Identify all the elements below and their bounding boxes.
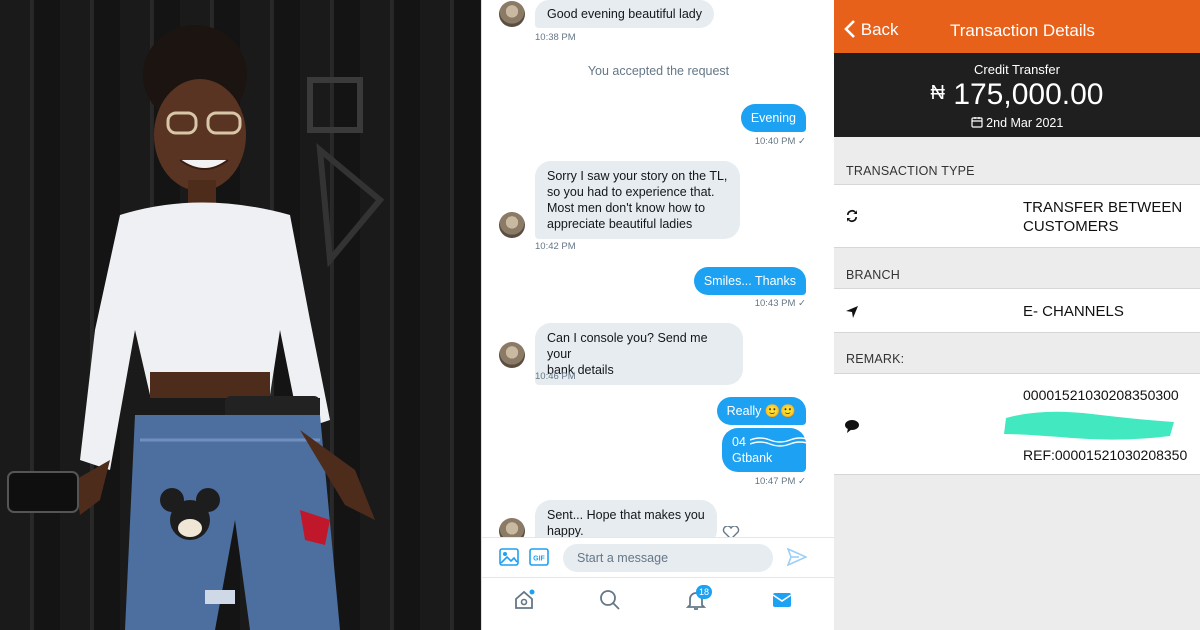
transaction-details-screen: Back Transaction Details Credit Transfer… (834, 0, 1200, 630)
scribble-redaction (750, 437, 810, 447)
amount-value: 175,000.00 (953, 78, 1104, 111)
refresh-icon (847, 210, 857, 222)
redaction-mark (1004, 411, 1174, 440)
profile-photo (0, 0, 481, 630)
section-transaction-type: TRANSACTION TYPE (846, 164, 975, 178)
currency-symbol: ₦ (930, 82, 945, 104)
message-timestamp: 10:40 PM ✓ (754, 136, 806, 147)
avatar[interactable] (499, 342, 525, 368)
message-bubble-outgoing[interactable]: Evening (740, 104, 806, 132)
page-title: Transaction Details (950, 21, 1095, 40)
message-timestamp: 10:38 PM (535, 32, 576, 43)
message-timestamp: 10:46 PM (535, 371, 576, 382)
message-line: Sorry I saw your story on the TL, (547, 169, 728, 183)
transaction-kind: Credit Transfer (974, 62, 1060, 77)
branch-value: E- CHANNELS (1023, 303, 1124, 320)
message-line: Sent... Hope that makes you (547, 508, 705, 522)
direct-message-screen: Good evening beautiful lady 10:38 PM You… (481, 0, 834, 630)
transaction-date: 2nd Mar 2021 (834, 116, 1200, 130)
location-arrow-icon (846, 306, 858, 318)
image-icon[interactable] (499, 548, 519, 566)
comment-icon (845, 420, 859, 433)
transaction-type-row: TRANSFER BETWEEN CUSTOMERS (834, 184, 1200, 248)
message-bubble-outgoing[interactable]: Really 🙂🙂 (716, 397, 806, 425)
search-icon[interactable] (598, 588, 622, 612)
date-text: 2nd Mar 2021 (986, 116, 1064, 130)
section-remark: REMARK: (846, 352, 905, 366)
header-bar: Back Transaction Details (834, 0, 1200, 53)
chevron-left-icon (844, 20, 855, 38)
message-text: Evening (750, 111, 796, 125)
compose-bar: GIF (482, 537, 834, 577)
section-branch: BRANCH (846, 268, 900, 282)
bottom-tab-bar: 18 (482, 577, 834, 630)
gif-icon[interactable]: GIF (529, 548, 549, 566)
request-accepted-note: You accepted the request (587, 64, 730, 78)
notification-badge: 18 (696, 585, 713, 599)
message-timestamp: 10:43 PM ✓ (754, 298, 806, 309)
message-bubble-outgoing[interactable]: 04 Gtbank (722, 428, 810, 472)
read-check-icon: ✓ (798, 298, 806, 309)
message-input[interactable] (563, 544, 773, 572)
message-line: Most men don't know how to (547, 201, 706, 215)
branch-row: E- CHANNELS (834, 288, 1200, 333)
remark-line: 00001521030208350300 (1023, 387, 1179, 403)
message-timestamp: 10:42 PM (535, 241, 576, 252)
message-bubble-outgoing[interactable]: Smiles... Thanks (693, 267, 806, 295)
svg-text:GIF: GIF (533, 556, 545, 563)
message-text: Good evening beautiful lady (547, 7, 702, 21)
message-text: Really 🙂🙂 (726, 404, 796, 418)
message-bubble-incoming[interactable]: Sorry I saw your story on the TL, so you… (535, 161, 740, 239)
message-line: Gtbank (732, 451, 773, 465)
home-icon[interactable] (512, 588, 536, 612)
amount-summary: Credit Transfer ₦ 175,000.00 2nd Mar 202… (834, 53, 1200, 137)
read-check-icon: ✓ (798, 136, 806, 147)
message-timestamp: 10:47 PM ✓ (754, 476, 806, 487)
message-line: 04 (732, 434, 810, 450)
transaction-type-value: TRANSFER BETWEEN CUSTOMERS (1023, 199, 1183, 235)
back-label: Back (860, 20, 899, 39)
remark-reference: REF:00001521030208350 (1023, 447, 1188, 463)
back-button[interactable]: Back (844, 20, 899, 40)
amount: ₦ 175,000.00 (834, 78, 1200, 112)
message-line: so you had to experience that. (547, 185, 715, 199)
message-text: Smiles... Thanks (703, 274, 796, 288)
avatar[interactable] (499, 1, 525, 27)
read-check-icon: ✓ (798, 476, 806, 487)
message-line: appreciate beautiful ladies (547, 217, 693, 231)
photo-illustration (7, 25, 385, 630)
send-icon[interactable] (787, 548, 807, 566)
message-line: Can I console you? Send me your (547, 331, 708, 361)
messages-icon[interactable] (770, 588, 794, 612)
calendar-icon (971, 117, 983, 128)
remark-row: 00001521030208350300 REF:000015210302083… (834, 373, 1200, 475)
message-bubble-incoming[interactable]: Good evening beautiful lady (535, 0, 714, 28)
avatar[interactable] (499, 212, 525, 238)
